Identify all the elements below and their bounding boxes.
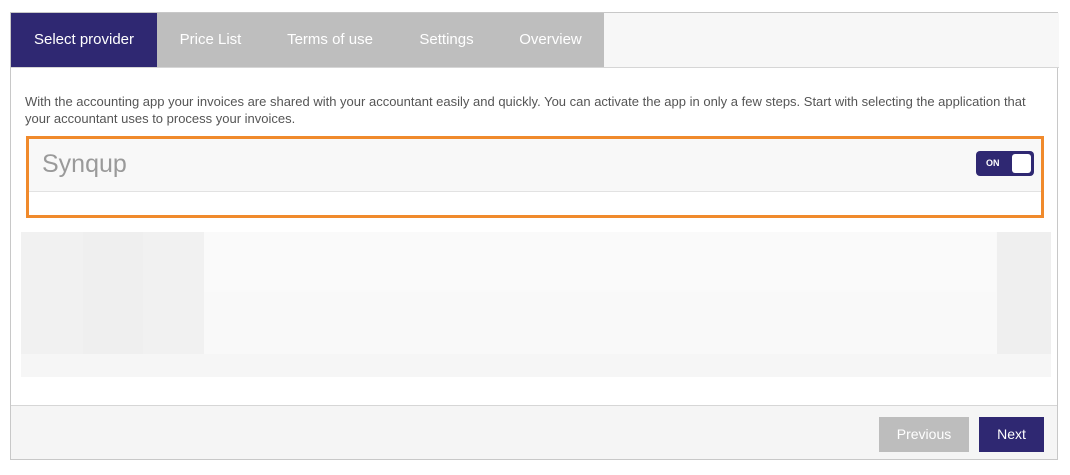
provider-card-highlighted[interactable]: Synqup ON (26, 136, 1044, 218)
next-button[interactable]: Next (979, 417, 1044, 452)
toggle-on-label: ON (986, 158, 1000, 168)
placeholder-block (21, 354, 1051, 377)
tab-settings[interactable]: Settings (396, 13, 497, 67)
tab-terms-of-use[interactable]: Terms of use (264, 13, 396, 67)
loading-placeholder (21, 232, 1051, 377)
provider-header: Synqup ON (29, 139, 1041, 192)
tab-overview[interactable]: Overview (497, 13, 604, 67)
tab-bar: Select provider Price List Terms of use … (11, 13, 1059, 68)
tab-price-list[interactable]: Price List (157, 13, 264, 67)
placeholder-block (997, 232, 1051, 354)
toggle-knob (1012, 154, 1031, 173)
provider-toggle-switch[interactable]: ON (976, 151, 1034, 176)
wizard-panel: Select provider Price List Terms of use … (10, 12, 1059, 460)
tab-select-provider[interactable]: Select provider (11, 13, 157, 67)
tab-strip: Select provider Price List Terms of use … (11, 13, 604, 67)
provider-name: Synqup (42, 150, 127, 178)
previous-button[interactable]: Previous (879, 417, 969, 452)
wizard-footer: Previous Next (11, 405, 1057, 459)
intro-text: With the accounting app your invoices ar… (25, 94, 1026, 126)
placeholder-block (83, 232, 143, 354)
placeholder-block (204, 232, 996, 292)
